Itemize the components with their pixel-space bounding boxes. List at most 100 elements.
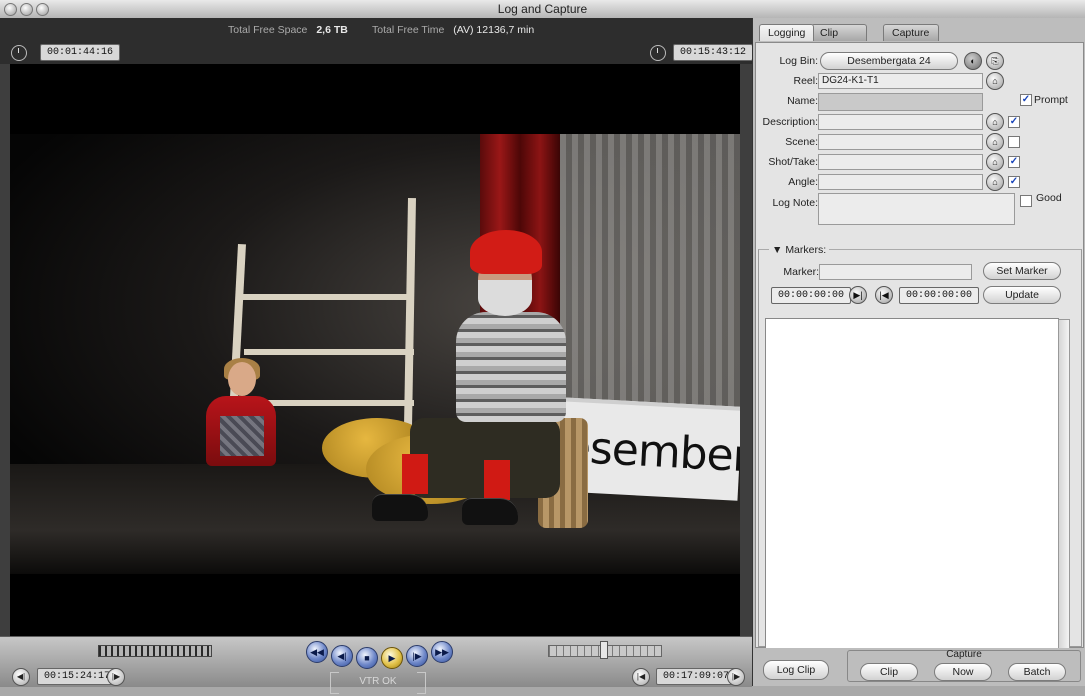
logging-tab-content: Log Bin: Desembergata 24 ◐ ⎘ Reel: DG24-… [755, 42, 1084, 655]
girl-head [228, 362, 256, 396]
markers-label: Markers: [785, 244, 827, 256]
step-forward-button[interactable]: |▶ [406, 645, 428, 667]
scene-checkbox[interactable] [1008, 136, 1020, 148]
capture-batch-button[interactable]: Batch [1008, 663, 1066, 681]
free-time-value: (AV) 12136,7 min [453, 24, 535, 36]
video-preview: esembergat [10, 64, 740, 636]
log-note-field[interactable] [818, 193, 1015, 225]
log-and-capture-window: Log and Capture Total Free Space 2,6 TB … [0, 0, 1085, 694]
title-bar: Log and Capture [0, 0, 1085, 19]
good-label: Good [1036, 192, 1062, 204]
marker-in-timecode[interactable]: 00:00:00:00 [771, 287, 852, 304]
mark-out-button[interactable]: |▶ [727, 668, 745, 686]
capture-clip-button[interactable]: Clip [860, 663, 918, 681]
reel-slate-icon[interactable]: ⌂ [986, 72, 1004, 90]
marker-label: Marker: [783, 266, 819, 278]
free-space-readout: Total Free Space 2,6 TB [228, 24, 348, 36]
log-clip-button[interactable]: Log Clip [763, 660, 829, 680]
marker-out-go-icon[interactable]: |◀ [875, 286, 893, 304]
scene-slate-icon[interactable]: ⌂ [986, 133, 1004, 151]
shot-take-label: Shot/Take: [768, 156, 818, 168]
angle-slate-icon[interactable]: ⌂ [986, 173, 1004, 191]
man-beard [478, 280, 532, 316]
tab-capture-settings[interactable]: Capture Settings [883, 24, 939, 55]
jog-knob[interactable] [600, 641, 608, 659]
log-note-label: Log Note: [772, 197, 818, 209]
out-point-timecode[interactable]: 00:17:09:07 [656, 668, 737, 685]
log-bin-button[interactable]: Desembergata 24 [820, 52, 958, 70]
video-frame: esembergat [10, 134, 740, 574]
markers-scrollbar[interactable] [1058, 319, 1070, 655]
free-space-label: Total Free Space [228, 24, 308, 36]
description-slate-icon[interactable]: ⌂ [986, 113, 1004, 131]
free-time-readout: Total Free Time (AV) 12136,7 min [372, 24, 534, 36]
ladder-rung [242, 294, 414, 300]
boot [462, 498, 518, 525]
log-bin-label: Log Bin: [779, 55, 818, 67]
reel-field[interactable]: DG24-K1-T1 [818, 73, 983, 89]
description-checkbox[interactable]: ✓ [1008, 116, 1020, 128]
play-button[interactable]: ▶ [381, 647, 403, 669]
prompt-label: Prompt [1034, 94, 1068, 106]
set-marker-button[interactable]: Set Marker [983, 262, 1061, 280]
markers-disclosure[interactable]: ▼ Markers: [769, 244, 830, 256]
stage-wall [560, 134, 740, 414]
scene-field[interactable] [818, 134, 983, 150]
tab-clip-settings[interactable]: Clip Settings [811, 24, 867, 55]
marker-in-go-icon[interactable]: ▶| [849, 286, 867, 304]
name-field [818, 93, 983, 111]
prompt-checkbox[interactable]: ✓ [1020, 94, 1032, 106]
man-sweater [456, 312, 566, 422]
capture-bar: Log Clip Capture Clip Now Batch [755, 648, 1082, 684]
good-checkbox[interactable] [1020, 195, 1032, 207]
description-label: Description: [762, 116, 818, 128]
description-field[interactable] [818, 114, 983, 130]
viewer-info-bar: Total Free Space 2,6 TB Total Free Time … [0, 18, 754, 64]
markers-section: ▼ Markers: Marker: Set Marker 00:00:00:0… [758, 244, 1082, 655]
reel-label: Reel: [793, 75, 818, 87]
stop-button[interactable]: ■ [356, 647, 378, 669]
window-title: Log and Capture [497, 2, 588, 16]
current-time-clock-icon [650, 45, 666, 61]
duration-timecode[interactable]: 00:01:44:16 [40, 44, 121, 61]
boot [372, 494, 428, 521]
scene-label: Scene: [785, 136, 818, 148]
shot-take-field[interactable] [818, 154, 983, 170]
markers-list[interactable] [765, 318, 1070, 655]
angle-label: Angle: [788, 176, 818, 188]
new-bin-icon[interactable]: ⎘ [986, 52, 1004, 70]
mark-in-button[interactable]: ◀| [12, 668, 30, 686]
marker-out-timecode[interactable]: 00:00:00:00 [899, 287, 980, 304]
capture-viewer: Total Free Space 2,6 TB Total Free Time … [0, 18, 754, 694]
step-back-button[interactable]: ◀| [331, 645, 353, 667]
free-time-label: Total Free Time [372, 24, 445, 36]
update-button[interactable]: Update [983, 286, 1061, 304]
go-to-in-button[interactable]: |▶ [107, 668, 125, 686]
current-timecode[interactable]: 00:15:43:12 [673, 44, 754, 61]
tab-logging[interactable]: Logging [759, 24, 815, 41]
rewind-button[interactable]: ◀◀ [306, 641, 328, 663]
capture-group-label: Capture [946, 649, 982, 660]
angle-field[interactable] [818, 174, 983, 190]
go-to-out-button[interactable]: |◀ [632, 668, 650, 686]
fast-forward-button[interactable]: ▶▶ [431, 641, 453, 663]
capture-now-button[interactable]: Now [934, 663, 992, 681]
logging-panel: Logging Clip Settings Capture Settings L… [752, 18, 1085, 686]
red-sock [484, 460, 510, 500]
shuttle-control[interactable] [98, 645, 212, 657]
man-hat [470, 230, 542, 274]
capture-group: Capture Clip Now Batch [847, 649, 1081, 682]
vtr-status: VTR OK [330, 668, 426, 696]
free-space-value: 2,6 TB [316, 24, 348, 36]
angle-checkbox[interactable]: ✓ [1008, 176, 1020, 188]
log-bin-up-icon[interactable]: ◐ [964, 52, 982, 70]
name-label: Name: [787, 95, 818, 107]
ladder-rung [244, 349, 414, 355]
in-point-timecode[interactable]: 00:15:24:17 [37, 668, 118, 685]
marker-field[interactable] [819, 264, 972, 280]
banner-text: esembergat [562, 421, 740, 486]
duration-clock-icon [11, 45, 27, 61]
shot-slate-icon[interactable]: ⌂ [986, 153, 1004, 171]
girl-dress [220, 416, 264, 456]
shot-take-checkbox[interactable]: ✓ [1008, 156, 1020, 168]
